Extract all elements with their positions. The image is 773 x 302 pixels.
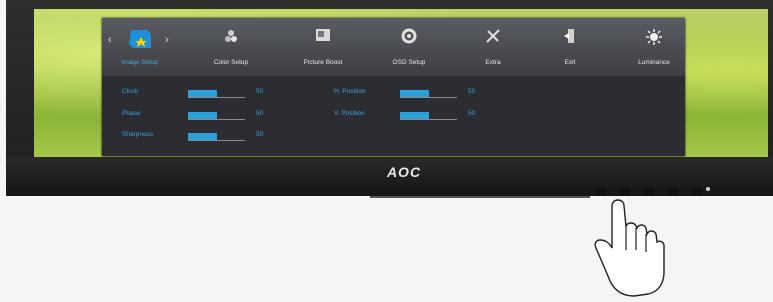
slider-fill [188, 90, 217, 97]
setting-h-position[interactable]: H. Position 50 [334, 88, 504, 98]
setting-value: 50 [256, 110, 264, 117]
hardware-buttons [596, 188, 706, 196]
slider-fill [400, 90, 429, 97]
tab-label: OSD Setup [392, 59, 426, 66]
hardware-button-1[interactable] [596, 188, 606, 196]
exit-icon [563, 28, 577, 49]
hardware-button-5[interactable] [692, 188, 702, 196]
slider-track[interactable] [188, 112, 245, 120]
setting-value: 50 [256, 131, 264, 138]
hardware-button-2[interactable] [620, 188, 630, 196]
luminance-icon [645, 28, 663, 51]
tab-label: Exit [564, 59, 576, 66]
tab-label: Color Setup [213, 59, 249, 66]
setting-label: H. Position [334, 88, 366, 95]
setting-label: Clock [122, 88, 139, 95]
slider-track[interactable] [188, 133, 245, 141]
picture-boost-icon [315, 28, 331, 47]
tab-label: Picture Boost [303, 59, 343, 66]
hardware-button-3[interactable] [644, 188, 654, 196]
setting-value: 50 [256, 88, 264, 95]
image-setup-icon [127, 28, 153, 55]
hand-pointer-icon [594, 199, 665, 297]
hardware-button-4[interactable] [668, 188, 678, 196]
slider-fill [188, 133, 217, 140]
slider-fill [400, 112, 429, 119]
slider-track[interactable] [400, 112, 457, 120]
tab-luminance[interactable]: Luminance [623, 18, 685, 76]
tab-label: Extra [485, 59, 501, 66]
setting-phase[interactable]: Phase 50 [122, 110, 292, 120]
osd-setup-icon [401, 28, 417, 49]
tab-image-setup[interactable]: Image Setup [112, 18, 168, 76]
monitor-stand-edge [370, 196, 590, 198]
slider-fill [188, 112, 217, 119]
setting-label: Phase [122, 110, 141, 117]
setting-label: Sharpness [122, 131, 154, 138]
setting-value: 50 [468, 88, 476, 95]
setting-value: 50 [468, 110, 476, 117]
osd-tab-bar: ‹ › Image Setup Color Setup Picture Boos… [102, 18, 685, 76]
tab-osd-setup[interactable]: OSD Setup [381, 18, 437, 76]
tab-extra[interactable]: Extra [465, 18, 521, 76]
slider-track[interactable] [188, 90, 245, 98]
osd-menu: ‹ › Image Setup Color Setup Picture Boos… [102, 18, 685, 156]
brand-logo: AOC [386, 164, 422, 180]
extra-icon [485, 28, 501, 49]
power-led [706, 187, 710, 191]
slider-track[interactable] [400, 90, 457, 98]
color-setup-icon [223, 28, 239, 49]
setting-v-position[interactable]: V. Position 50 [334, 110, 504, 120]
tab-label: Luminance [638, 59, 670, 66]
tab-exit[interactable]: Exit [542, 18, 598, 76]
setting-clock[interactable]: Clock 50 [122, 88, 292, 98]
tab-picture-boost[interactable]: Picture Boost [293, 18, 353, 76]
tab-label: Image Setup [121, 59, 159, 66]
setting-label: V. Position [334, 110, 365, 117]
setting-sharpness[interactable]: Sharpness 50 [122, 131, 292, 141]
tab-color-setup[interactable]: Color Setup [203, 18, 259, 76]
